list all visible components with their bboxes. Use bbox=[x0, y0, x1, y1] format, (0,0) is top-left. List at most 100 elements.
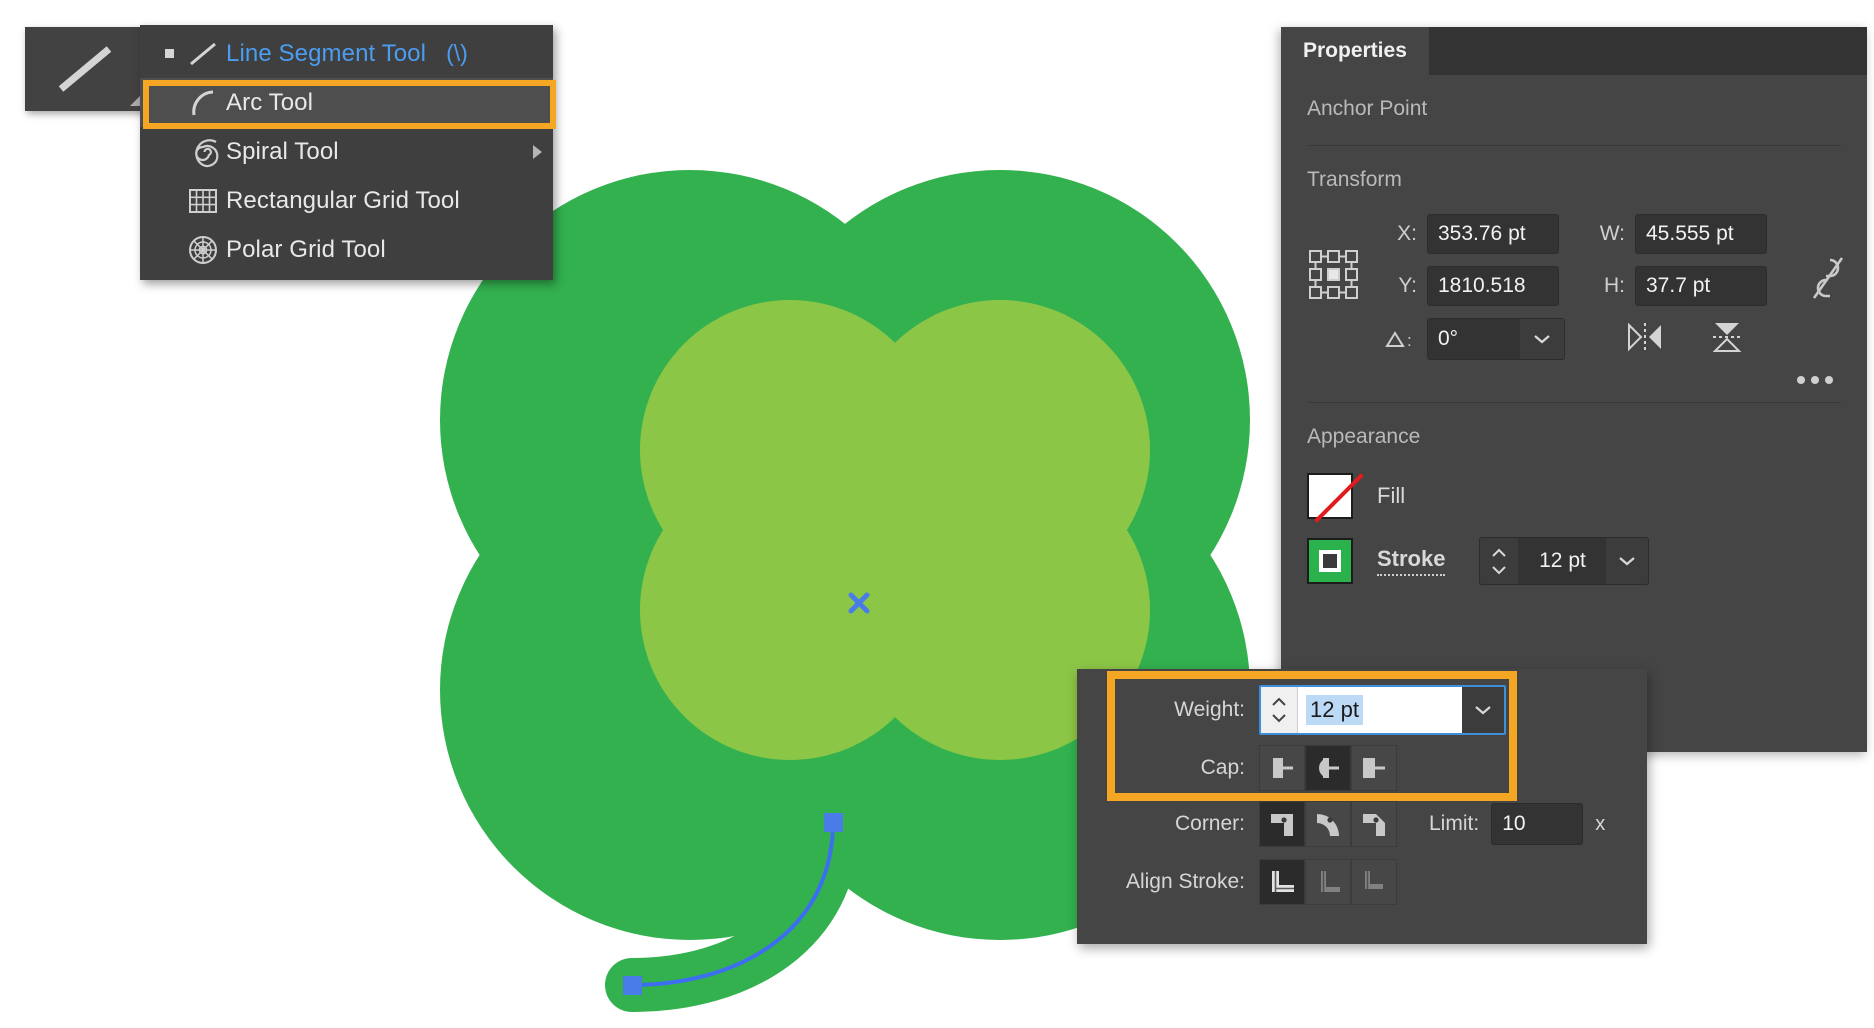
fill-swatch-none[interactable] bbox=[1307, 473, 1353, 519]
svg-text::: : bbox=[1407, 331, 1412, 350]
stroke-weight-value: 12 pt bbox=[1518, 538, 1606, 584]
miter-limit-group: Limit: 10 x bbox=[1429, 803, 1605, 845]
flip-horizontal-icon bbox=[1625, 319, 1665, 355]
h-input[interactable]: 37.7 pt bbox=[1635, 266, 1767, 306]
menu-item-label: Line Segment Tool bbox=[226, 40, 426, 68]
appearance-section: Appearance Fill Stroke 12 pt bbox=[1281, 403, 1867, 585]
menu-item-spiral-tool[interactable]: Spiral Tool bbox=[140, 127, 553, 176]
chevron-up-icon bbox=[1490, 548, 1508, 558]
toolbar-line-segment-tool-button[interactable] bbox=[25, 27, 147, 111]
align-stroke-center-button[interactable] bbox=[1259, 859, 1305, 905]
bevel-join-button[interactable] bbox=[1351, 801, 1397, 847]
menu-item-polar-grid-tool[interactable]: Polar Grid Tool bbox=[140, 225, 553, 274]
round-join-button[interactable] bbox=[1305, 801, 1351, 847]
limit-input[interactable]: 10 bbox=[1491, 803, 1583, 845]
stroke-label[interactable]: Stroke bbox=[1377, 546, 1445, 576]
spiral-tool-icon bbox=[180, 136, 226, 168]
weight-input-text: 12 pt bbox=[1306, 695, 1363, 725]
tab-properties[interactable]: Properties bbox=[1281, 27, 1429, 75]
chevron-down-icon bbox=[1490, 565, 1508, 575]
rectangular-grid-tool-icon bbox=[180, 186, 226, 216]
menu-item-rectangular-grid-tool[interactable]: Rectangular Grid Tool bbox=[140, 176, 553, 225]
menu-item-label: Arc Tool bbox=[226, 89, 313, 117]
menu-item-arc-tool[interactable]: Arc Tool bbox=[140, 78, 553, 127]
chevron-down-icon[interactable] bbox=[1606, 538, 1648, 584]
projecting-cap-icon bbox=[1359, 755, 1389, 781]
align-stroke-outside-button[interactable] bbox=[1351, 859, 1397, 905]
line-segment-tool-icon bbox=[180, 39, 226, 69]
menu-item-shortcut: (\) bbox=[446, 40, 468, 67]
tab-label: Properties bbox=[1303, 39, 1407, 63]
round-cap-button[interactable] bbox=[1305, 745, 1351, 791]
stepper-arrows[interactable] bbox=[1480, 538, 1518, 584]
align-stroke-inside-icon bbox=[1313, 868, 1343, 896]
more-options-ellipsis-icon bbox=[1825, 376, 1833, 384]
current-tool-bullet-icon bbox=[158, 49, 180, 58]
align-stroke-center-icon bbox=[1267, 868, 1297, 896]
rotate-angle-field[interactable]: 0° bbox=[1427, 318, 1565, 360]
anchor-point-title: Anchor Point bbox=[1307, 75, 1841, 127]
chevron-down-icon bbox=[1473, 704, 1493, 716]
angle-icon: : bbox=[1373, 327, 1417, 351]
transform-more-options-button[interactable] bbox=[1307, 360, 1841, 384]
menu-item-label: Rectangular Grid Tool bbox=[226, 187, 460, 215]
transform-section: Transform bbox=[1281, 146, 1867, 403]
y-label: Y: bbox=[1373, 274, 1417, 298]
miter-join-button[interactable] bbox=[1259, 801, 1305, 847]
cap-row: Cap: bbox=[1077, 741, 1647, 795]
anchor-point-section: Anchor Point bbox=[1281, 75, 1867, 146]
more-options-ellipsis-icon bbox=[1811, 376, 1819, 384]
stroke-options-popup: Weight: 12 pt Cap: bbox=[1077, 669, 1647, 944]
clover-inner-leaves bbox=[640, 300, 1150, 760]
h-label: H: bbox=[1581, 274, 1625, 298]
y-input[interactable]: 1810.518 bbox=[1427, 266, 1559, 306]
align-stroke-row: Align Stroke: bbox=[1077, 853, 1647, 911]
link-wh-proportions-button[interactable] bbox=[1805, 250, 1851, 306]
align-stroke-outside-icon bbox=[1359, 868, 1389, 896]
flip-horizontal-button[interactable] bbox=[1625, 319, 1665, 360]
chevron-down-icon[interactable] bbox=[1520, 319, 1564, 359]
round-join-icon bbox=[1313, 810, 1343, 838]
corner-button-group[interactable] bbox=[1259, 801, 1397, 847]
weight-row: Weight: 12 pt bbox=[1077, 679, 1647, 741]
appearance-title: Appearance bbox=[1307, 403, 1841, 455]
align-stroke-inside-button[interactable] bbox=[1305, 859, 1351, 905]
tab-bar-filler bbox=[1429, 27, 1867, 75]
angle-value: 0° bbox=[1428, 319, 1520, 359]
stroke-swatch[interactable] bbox=[1307, 538, 1353, 584]
bevel-join-icon bbox=[1359, 810, 1389, 838]
align-stroke-button-group[interactable] bbox=[1259, 859, 1397, 905]
flip-vertical-icon bbox=[1707, 319, 1747, 355]
submenu-arrow-icon bbox=[533, 145, 542, 159]
tool-flyout-menu[interactable]: Line Segment Tool (\) Arc Tool Spiral To… bbox=[140, 25, 553, 280]
w-input[interactable]: 45.555 pt bbox=[1635, 214, 1767, 254]
w-label: W: bbox=[1581, 222, 1625, 246]
projecting-cap-button[interactable] bbox=[1351, 745, 1397, 791]
cap-button-group[interactable] bbox=[1259, 745, 1397, 791]
butt-cap-button[interactable] bbox=[1259, 745, 1305, 791]
weight-label: Weight: bbox=[1077, 698, 1245, 722]
align-stroke-label: Align Stroke: bbox=[1077, 870, 1245, 894]
stroke-weight-stepper[interactable]: 12 pt bbox=[1479, 537, 1649, 585]
x-input[interactable]: 353.76 pt bbox=[1427, 214, 1559, 254]
arc-tool-icon bbox=[180, 88, 226, 118]
reference-point-selector[interactable] bbox=[1307, 214, 1373, 307]
reference-point-grid-icon bbox=[1307, 248, 1361, 302]
weight-input-group[interactable]: 12 pt bbox=[1259, 685, 1506, 735]
round-cap-icon bbox=[1313, 755, 1343, 781]
menu-item-line-segment-tool[interactable]: Line Segment Tool (\) bbox=[140, 29, 553, 78]
anchor-point-end bbox=[623, 976, 642, 995]
weight-dropdown-button[interactable] bbox=[1462, 687, 1504, 733]
screenshot-root: Line Segment Tool (\) Arc Tool Spiral To… bbox=[0, 0, 1874, 1028]
menu-item-label: Spiral Tool bbox=[226, 138, 339, 166]
miter-join-icon bbox=[1267, 810, 1297, 838]
weight-input[interactable]: 12 pt bbox=[1298, 687, 1462, 733]
menu-item-label: Polar Grid Tool bbox=[226, 236, 386, 264]
fill-label: Fill bbox=[1377, 483, 1405, 509]
stroke-row: Stroke 12 pt bbox=[1307, 537, 1841, 585]
weight-stepper-arrows[interactable] bbox=[1261, 687, 1298, 733]
corner-label: Corner: bbox=[1077, 812, 1245, 836]
butt-cap-icon bbox=[1267, 755, 1297, 781]
flip-vertical-button[interactable] bbox=[1707, 319, 1747, 360]
panel-tab-bar: Properties bbox=[1281, 27, 1867, 75]
